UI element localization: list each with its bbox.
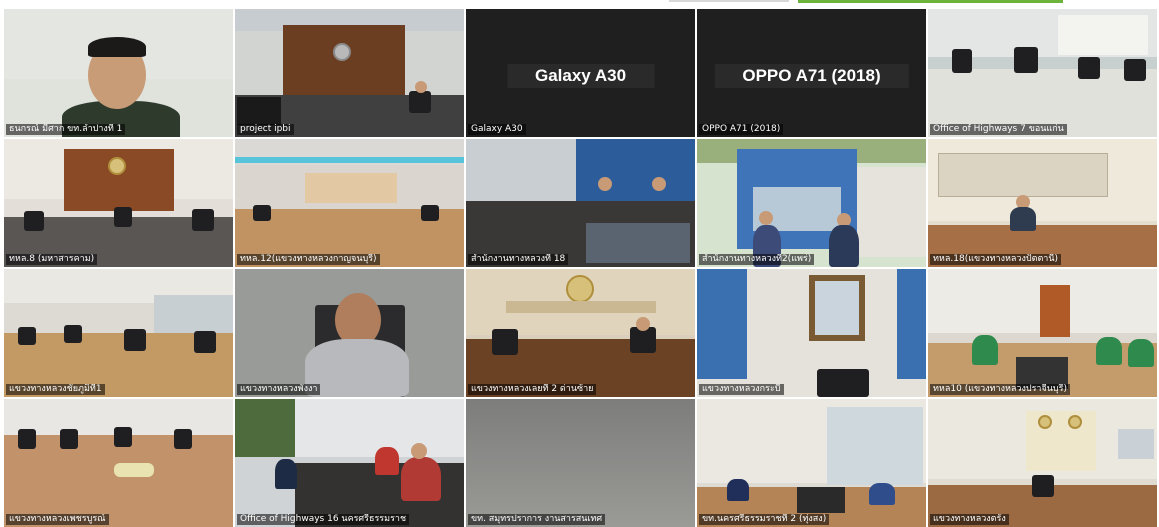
- participant-tile-5[interactable]: Office of Highways 7 ขอนแก่น: [928, 9, 1157, 137]
- participant-name: ขท.นครศรีธรรมราชที่ 2 (ทุ่งสง): [699, 514, 830, 525]
- participant-name: แขวงทางหลวงเลยที่ 2 ด่านซ้าย: [468, 384, 597, 395]
- participant-name: ธนกรณ์ มีศาก ขท.ลำปางที่ 1: [6, 124, 126, 135]
- participant-name: ทหล.8 (มหาสารคาม): [6, 254, 98, 265]
- participant-name: Office of Highways 7 ขอนแก่น: [930, 124, 1067, 135]
- participant-tile-1[interactable]: ธนกรณ์ มีศาก ขท.ลำปางที่ 1: [4, 9, 233, 137]
- participant-tile-16[interactable]: แขวงทางหลวงเพชรบูรณ์: [4, 399, 233, 527]
- participant-tile-4[interactable]: OPPO A71 (2018) OPPO A71 (2018): [697, 9, 926, 137]
- participant-name: Office of Highways 16 นครศรีธรรมราช: [237, 514, 410, 525]
- participant-name: แขวงทางหลวงเพชรบูรณ์: [6, 514, 109, 525]
- participant-name: สำนักงานทางหลวงที่ 18: [468, 254, 569, 265]
- participant-tile-6[interactable]: ทหล.8 (มหาสารคาม): [4, 139, 233, 267]
- participant-tile-18[interactable]: ขท. สมุทรปราการ งานสารสนเทศ: [466, 399, 695, 527]
- participant-tile-20[interactable]: แขวงทางหลวงตรัง: [928, 399, 1157, 527]
- gallery-grid: ธนกรณ์ มีศาก ขท.ลำปางที่ 1 project ipbi …: [4, 9, 1159, 527]
- participant-tile-13[interactable]: แขวงทางหลวงเลยที่ 2 ด่านซ้าย: [466, 269, 695, 397]
- participant-tile-10[interactable]: ทหล.18(แขวงทางหลวงปัตตานี): [928, 139, 1157, 267]
- participant-name: แขวงทางหลวงตรัง: [930, 514, 1009, 525]
- participant-tile-2[interactable]: project ipbi: [235, 9, 464, 137]
- participant-name: project ipbi: [237, 124, 294, 135]
- participant-tile-7[interactable]: ทหล.12(แขวงทางหลวงกาญจนบุรี): [235, 139, 464, 267]
- participant-name: ทหล10 (แขวงทางหลวงปราจีนบุรี): [930, 384, 1070, 395]
- participant-display-name: Galaxy A30: [506, 64, 655, 88]
- participant-tile-9[interactable]: สำนักงานทางหลวงที่2(แพร่): [697, 139, 926, 267]
- participant-tile-12[interactable]: แขวงทางหลวงพังงา: [235, 269, 464, 397]
- participant-name: แขวงทางหลวงกระบี่: [699, 384, 784, 395]
- participant-name: แขวงทางหลวงชัยภูมิที่1: [6, 384, 105, 395]
- participant-tile-17[interactable]: Office of Highways 16 นครศรีธรรมราช: [235, 399, 464, 527]
- participant-tile-11[interactable]: แขวงทางหลวงชัยภูมิที่1: [4, 269, 233, 397]
- participant-tile-15[interactable]: ทหล10 (แขวงทางหลวงปราจีนบุรี): [928, 269, 1157, 397]
- participant-name: OPPO A71 (2018): [699, 124, 784, 135]
- participant-name: ทหล.12(แขวงทางหลวงกาญจนบุรี): [237, 254, 380, 265]
- top-bar: [0, 0, 1159, 8]
- participant-tile-8[interactable]: สำนักงานทางหลวงที่ 18: [466, 139, 695, 267]
- participant-name: ทหล.18(แขวงทางหลวงปัตตานี): [930, 254, 1062, 265]
- participant-name: ขท. สมุทรปราการ งานสารสนเทศ: [468, 514, 606, 525]
- top-bar-accent: [798, 0, 1063, 3]
- participant-tile-19[interactable]: ขท.นครศรีธรรมราชที่ 2 (ทุ่งสง): [697, 399, 926, 527]
- participant-name: สำนักงานทางหลวงที่2(แพร่): [699, 254, 815, 265]
- participant-tile-3[interactable]: Galaxy A30 Galaxy A30: [466, 9, 695, 137]
- participant-name: Galaxy A30: [468, 124, 526, 135]
- participant-name: แขวงทางหลวงพังงา: [237, 384, 321, 395]
- participant-display-name: OPPO A71 (2018): [714, 64, 909, 88]
- top-bar-divider: [669, 0, 789, 2]
- participant-tile-14[interactable]: แขวงทางหลวงกระบี่: [697, 269, 926, 397]
